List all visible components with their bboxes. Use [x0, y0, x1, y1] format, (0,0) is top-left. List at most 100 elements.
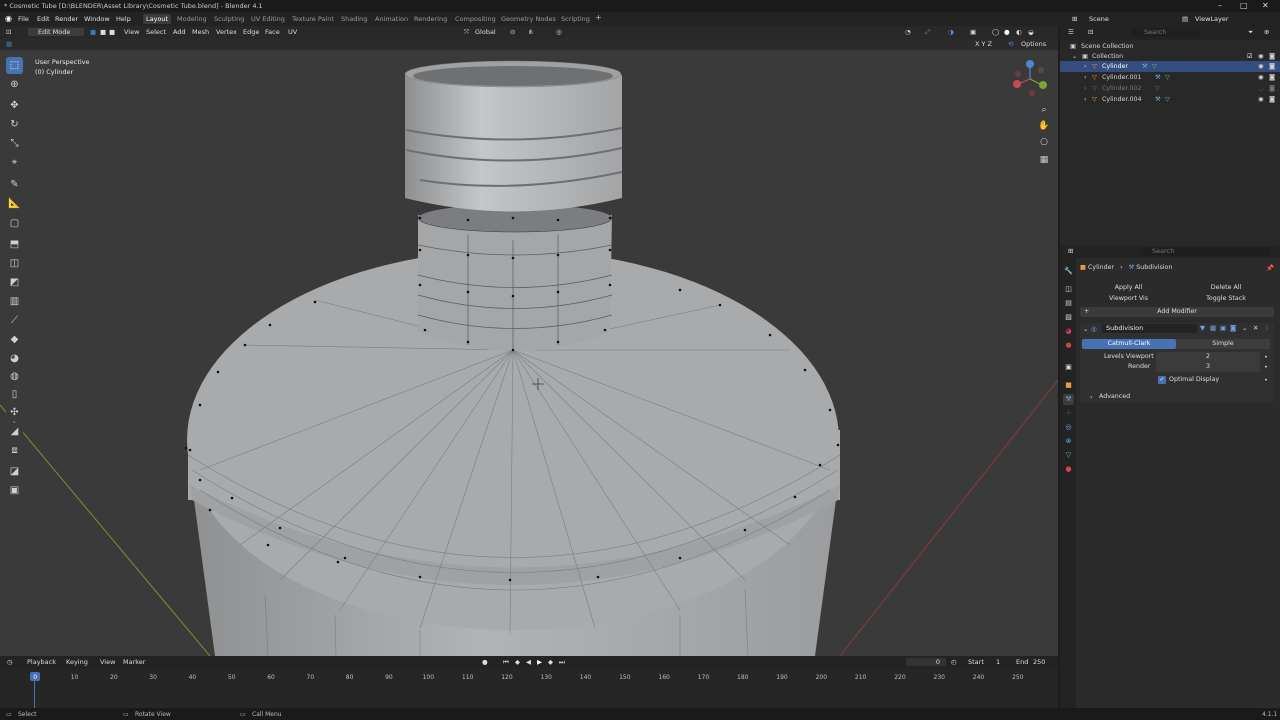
outliner-item-cylinder[interactable]: › ▽ Cylinder ⚒ ▽ ◉ ◙ — [1060, 61, 1280, 72]
tab-compositing[interactable]: Compositing — [455, 15, 496, 23]
add-modifier-button[interactable]: + Add Modifier — [1080, 307, 1274, 317]
constraints-tab-icon[interactable]: ⊗ — [1063, 436, 1074, 447]
pan-hand-icon[interactable]: ✋ — [1036, 118, 1052, 134]
transform-tool-icon[interactable]: ⌖ — [6, 154, 23, 171]
outliner-search-input[interactable]: Search — [1132, 28, 1202, 37]
optimal-display-checkbox[interactable]: ✓ — [1158, 376, 1166, 384]
outliner-item-cylinder-004[interactable]: › ▽ Cylinder.004 ⚒ ▽ ◉ ◙ — [1060, 94, 1280, 105]
simple-option[interactable]: Simple — [1176, 339, 1270, 349]
rendered-shading-icon[interactable]: ◒ — [1028, 28, 1034, 36]
output-tab-icon[interactable]: ▤ — [1063, 298, 1074, 309]
menu-help[interactable]: Help — [116, 15, 131, 23]
modifier-menu-icon[interactable]: ⌄ — [1242, 324, 1247, 332]
cursor-tool-icon[interactable]: ⊕ — [6, 76, 23, 93]
particles-tab-icon[interactable]: ⁘ — [1063, 408, 1074, 419]
object-camera-icon[interactable]: ◙ — [1269, 72, 1275, 83]
play-icon[interactable]: ▶ — [537, 658, 542, 666]
render-tab-icon[interactable]: ◫ — [1063, 284, 1074, 295]
overlays-icon[interactable]: ◑ — [948, 28, 954, 36]
expand-icon[interactable]: › — [1084, 61, 1087, 72]
menu-file[interactable]: File — [18, 15, 29, 23]
scene-selector[interactable]: Scene — [1089, 15, 1109, 23]
scale-tool-icon[interactable]: ⤡ — [6, 135, 23, 152]
menu-edit[interactable]: Edit — [37, 15, 50, 23]
delete-all-button[interactable]: Delete All — [1178, 283, 1274, 293]
prev-key-icon[interactable]: ◆ — [515, 658, 520, 666]
menu-face[interactable]: Face — [265, 28, 280, 36]
tab-texture-paint[interactable]: Texture Paint — [292, 15, 334, 23]
jump-end-icon[interactable]: ⏭ — [559, 658, 565, 667]
smooth-tool-icon[interactable]: ◍ — [6, 368, 23, 385]
current-frame-field[interactable]: 0 — [906, 658, 946, 666]
material-tab-icon[interactable]: ● — [1063, 464, 1074, 475]
keyframe-dot-icon[interactable]: • — [1264, 363, 1268, 371]
menu-uv[interactable]: UV — [288, 28, 297, 36]
levels-viewport-field[interactable]: 2 — [1156, 352, 1260, 362]
close-icon[interactable]: ✕ — [1262, 1, 1269, 10]
object-camera-icon[interactable]: ◙ — [1269, 94, 1275, 105]
record-icon[interactable]: ● — [482, 658, 488, 666]
zoom-icon[interactable]: ⌕ — [1036, 102, 1052, 118]
tab-layout[interactable]: Layout — [143, 14, 172, 24]
vertex-select-icon[interactable]: ■ — [90, 28, 96, 36]
modifier-tab-icon[interactable]: ⚒ — [1063, 394, 1074, 405]
render-toggle-icon[interactable]: ◙ — [1230, 324, 1236, 332]
timeline-editor-icon[interactable]: ◷ — [7, 658, 13, 666]
edge-slide-tool-icon[interactable]: ▯ — [6, 386, 23, 403]
measure-tool-icon[interactable]: 📐 — [6, 195, 23, 212]
remove-modifier-icon[interactable]: ✕ — [1253, 324, 1258, 332]
add-workspace-icon[interactable]: + — [595, 13, 602, 22]
object-eye-icon[interactable]: ◉ — [1258, 72, 1264, 83]
menu-marker[interactable]: Marker — [123, 658, 145, 666]
menu-playback[interactable]: Playback — [27, 658, 56, 666]
material-shading-icon[interactable]: ◐ — [1016, 28, 1022, 36]
cage-toggle-icon[interactable]: ▦ — [1210, 324, 1216, 332]
viewport-toggle-icon[interactable]: ▣ — [1220, 324, 1226, 332]
menu-select[interactable]: Select — [146, 28, 166, 36]
filter-icon[interactable]: ⏷ — [1248, 28, 1253, 37]
end-frame-field[interactable]: 250 — [1033, 658, 1045, 666]
visibility-icon[interactable]: ◔ — [905, 28, 911, 36]
object-eye-icon[interactable]: ◉ — [1258, 61, 1264, 72]
edit-mode-toggle-icon[interactable]: ▼ — [1200, 324, 1205, 332]
add-cube-tool-icon[interactable]: ▢ — [6, 215, 23, 232]
object-tab-icon[interactable]: ■ — [1063, 380, 1074, 391]
blender-logo-icon[interactable]: ◉ — [5, 14, 12, 23]
maximize-icon[interactable]: □ — [1240, 1, 1248, 10]
wireframe-shading-icon[interactable]: ◯ — [992, 28, 999, 36]
options-dropdown[interactable]: Options — [1021, 40, 1046, 48]
view-layer-selector[interactable]: ViewLayer — [1195, 15, 1229, 23]
advanced-section[interactable]: Advanced — [1099, 393, 1130, 400]
object-eye-icon[interactable]: ◉ — [1258, 94, 1264, 105]
move-tool-icon[interactable]: ✥ — [6, 97, 23, 114]
face-select-icon[interactable]: ■ — [109, 28, 115, 36]
3d-viewport[interactable]: User Perspective (0) Cylinder — [0, 50, 1058, 656]
apply-all-button[interactable]: Apply All — [1080, 283, 1177, 293]
edge-select-icon[interactable]: ■ — [100, 28, 106, 36]
spin-tool-icon[interactable]: ◕ — [6, 350, 23, 367]
catmull-clark-option[interactable]: Catmull-Clark — [1082, 339, 1176, 349]
properties-editor-icon[interactable]: ⊞ — [1068, 247, 1073, 255]
rotate-tool-icon[interactable]: ↻ — [6, 116, 23, 133]
scene-tab-icon[interactable]: ◕ — [1063, 326, 1074, 337]
world-tab-icon[interactable]: ● — [1063, 340, 1074, 351]
collection-tab-icon[interactable]: ▣ — [1063, 362, 1074, 373]
properties-search-input[interactable]: Search — [1140, 247, 1270, 256]
poly-build-tool-icon[interactable]: ◆ — [6, 331, 23, 348]
advanced-expand-icon[interactable]: › — [1090, 393, 1093, 401]
keyframe-dot-icon[interactable]: • — [1264, 353, 1268, 361]
editor-type-icon[interactable]: ⊡ — [6, 28, 11, 36]
next-key-icon[interactable]: ◆ — [548, 658, 553, 666]
xray-icon[interactable]: ▣ — [970, 28, 976, 36]
outliner-item-cylinder-001[interactable]: › ▽ Cylinder.001 ⚒ ▽ ◉ ◙ — [1060, 72, 1280, 83]
knife-tool-icon[interactable]: ⟋ — [6, 312, 23, 329]
tab-uv-editing[interactable]: UV Editing — [251, 15, 285, 23]
menu-view[interactable]: View — [124, 28, 139, 36]
tab-shading[interactable]: Shading — [341, 15, 367, 23]
object-camera-icon[interactable]: ◙ — [1269, 83, 1275, 94]
physics-tab-icon[interactable]: ◎ — [1063, 422, 1074, 433]
tab-sculpting[interactable]: Sculpting — [214, 15, 244, 23]
pin-icon[interactable]: 📌 — [1266, 264, 1274, 272]
data-tab-icon[interactable]: ▽ — [1063, 450, 1074, 461]
keyframe-dot-icon[interactable]: • — [1264, 376, 1268, 384]
